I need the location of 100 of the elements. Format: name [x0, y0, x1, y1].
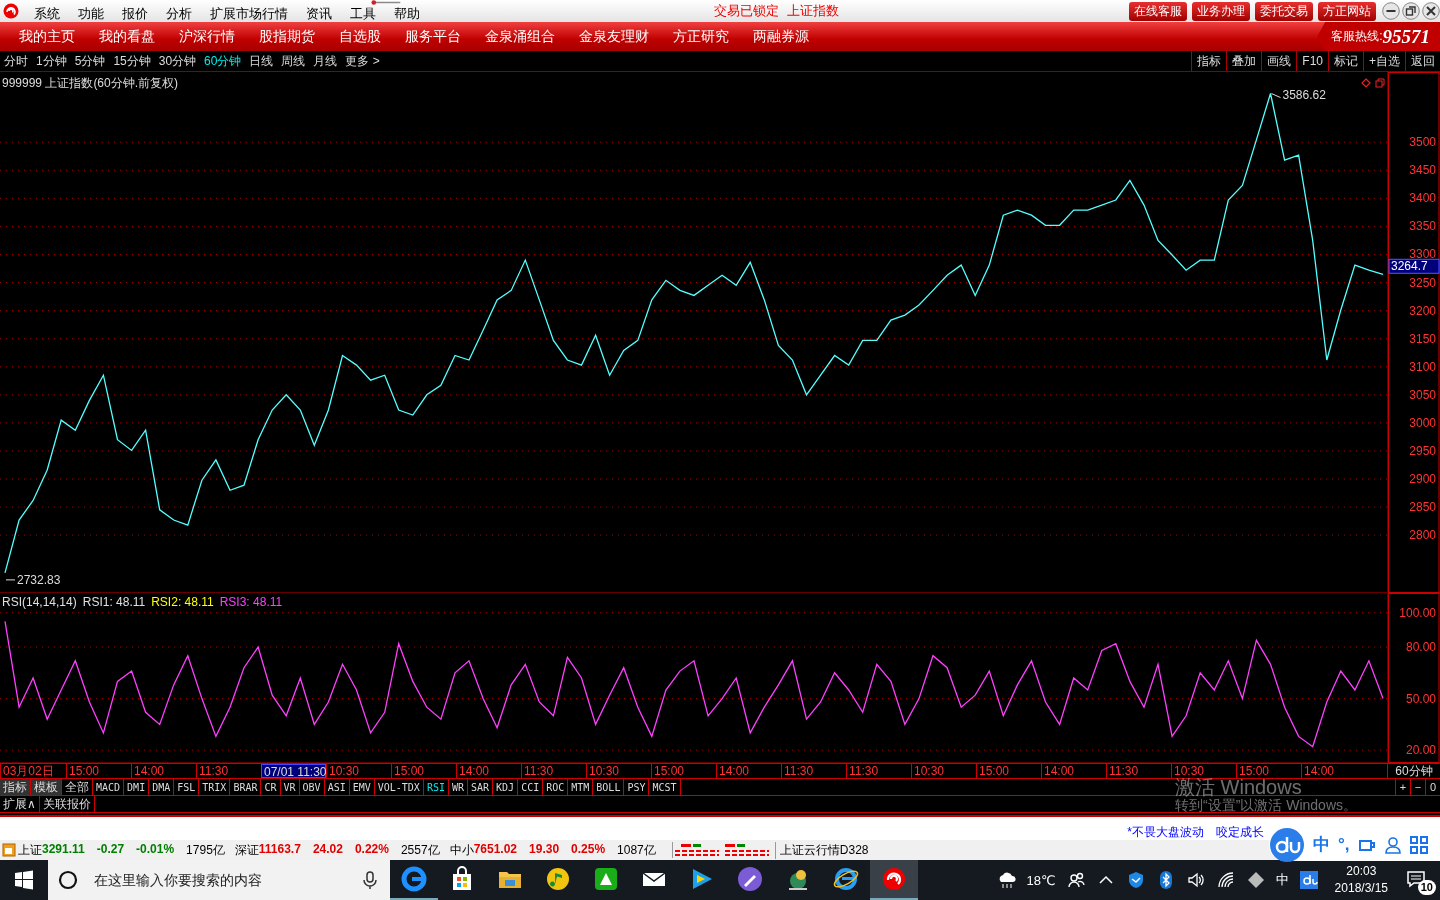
hotline-label: 客服热线:	[1331, 28, 1383, 45]
indicator-legend: RSI1: 48.11	[82, 595, 146, 609]
chart-tool-button[interactable]: +自选	[1363, 51, 1405, 71]
period-tab[interactable]: 1分钟	[32, 52, 71, 70]
window-icon	[1375, 78, 1385, 88]
period-tab[interactable]: 15分钟	[109, 52, 155, 70]
ime-toggle[interactable]: 中	[1313, 833, 1330, 856]
indicator-tab[interactable]: SAR	[468, 779, 494, 795]
indicator-tab[interactable]: TRIX	[199, 779, 231, 795]
period-tab[interactable]: 60分钟	[200, 52, 246, 70]
period-tab[interactable]: 分时	[0, 52, 32, 70]
taskbar-button[interactable]	[870, 860, 918, 900]
clock-time[interactable]: 20:03	[1346, 863, 1377, 880]
index-amount: 1087亿	[617, 841, 656, 859]
menu-item[interactable]: 扩展市场行情	[201, 6, 297, 21]
nav-tab[interactable]: 金泉友理财	[567, 27, 661, 46]
news-link[interactable]: *不畏大盘波动	[1127, 824, 1204, 840]
chart-tool-button[interactable]: F10	[1296, 51, 1328, 71]
ime-toggle[interactable]: °,	[1338, 834, 1350, 855]
toolbar-button[interactable]: 委托交易	[1255, 1, 1313, 21]
feed-label: 上证云行情D328	[774, 841, 869, 859]
music-icon	[544, 865, 572, 893]
nav-tab[interactable]: 方正研究	[661, 27, 741, 46]
volume-icon[interactable]	[1185, 870, 1206, 890]
restore-icon[interactable]	[1402, 2, 1420, 20]
menu-item[interactable]: 功能	[69, 6, 113, 21]
chart-title: 999999 上证指数(60分钟.前复权)	[2, 75, 179, 92]
wifi-icon[interactable]	[1215, 870, 1236, 890]
axis-label: 3250	[1409, 275, 1436, 290]
time-label: 15:00	[651, 764, 716, 778]
panel-button[interactable]: 模板	[31, 779, 62, 795]
menu-item[interactable]: 分析	[157, 6, 201, 21]
window-icon[interactable]	[2, 843, 16, 857]
period-tab[interactable]: 更多 >	[341, 52, 384, 70]
nav-tab[interactable]: 自选股	[327, 27, 393, 46]
indicator-tab[interactable]: DMA	[149, 779, 175, 795]
axis-label: 3350	[1409, 219, 1436, 234]
index-name: 上证	[18, 841, 42, 859]
nav-tab[interactable]: 服务平台	[393, 27, 473, 46]
toolbar-button[interactable]: 方正网站	[1318, 1, 1376, 21]
time-label: 15:00	[976, 764, 1041, 778]
indicator-tab[interactable]: MCST	[649, 779, 681, 795]
chart-tool-button[interactable]: 画线	[1261, 51, 1297, 71]
chart-tool-button[interactable]: 标记	[1328, 51, 1363, 71]
axis-label: 2950	[1409, 443, 1436, 458]
pen-icon	[736, 865, 764, 893]
index-percent: -0.01%	[136, 841, 175, 858]
menu-item[interactable]: 系统	[25, 6, 69, 21]
notification-count: 10	[1417, 880, 1436, 895]
nav-tab[interactable]: 金泉涌组合	[473, 27, 567, 46]
leader-line	[1271, 93, 1281, 99]
windows-logo-icon	[14, 870, 34, 890]
period-tab[interactable]: 月线	[309, 52, 342, 70]
indicator-tab[interactable]: CCI	[518, 779, 544, 795]
triangle-app-icon	[592, 865, 620, 893]
menu-item[interactable]: 资讯	[297, 6, 341, 21]
nav-tab[interactable]: 两融券源	[741, 27, 821, 46]
indicator-tab[interactable]: ROC	[543, 779, 569, 795]
panel-tab[interactable]: 扩展∧	[0, 796, 40, 812]
toolbar-button[interactable]: 业务办理	[1192, 1, 1250, 21]
clock-date[interactable]: 2018/3/15	[1334, 880, 1388, 897]
input-method-text[interactable]: 中	[1275, 871, 1289, 889]
period-tab[interactable]: 30分钟	[154, 52, 201, 70]
period-tab[interactable]: 日线	[245, 52, 278, 70]
toolbar-button[interactable]: 在线客服	[1129, 1, 1187, 21]
indicator-tab[interactable]: 全部	[62, 779, 93, 795]
user-icon[interactable]	[1383, 835, 1402, 854]
indicator-tab[interactable]: MTM	[568, 779, 594, 795]
menu-item[interactable]: 报价	[113, 6, 157, 21]
time-label: 11:30	[521, 764, 586, 778]
chart-tool-button[interactable]: 叠加	[1226, 51, 1262, 71]
nav-tab[interactable]: 沪深行情	[167, 27, 247, 46]
chart-tool-button[interactable]: 指标	[1191, 51, 1227, 71]
chart-tool-button[interactable]: 返回	[1405, 51, 1440, 71]
nav-tab[interactable]: 股指期货	[247, 27, 327, 46]
minimize-icon[interactable]	[1382, 2, 1400, 20]
hotline-number: 95571	[1382, 25, 1430, 48]
menu-item[interactable]: 工具	[341, 6, 385, 21]
price-annotation: 3586.62	[1282, 87, 1326, 102]
last-price-label: 3264.7	[1388, 258, 1440, 274]
indicator-tab[interactable]: KDJ	[493, 779, 519, 795]
search-field[interactable]: 在这里输入你要搜索的内容	[88, 860, 350, 900]
panel-button[interactable]: 指标	[0, 779, 31, 795]
indicator-tab[interactable]: MACD	[93, 779, 125, 795]
axis-label: 3000	[1409, 415, 1436, 430]
period-tab[interactable]: 周线	[277, 52, 310, 70]
period-tab[interactable]: 5分钟	[70, 52, 110, 70]
axis-label: 3150	[1409, 331, 1436, 346]
menu-item[interactable]: 帮助	[385, 6, 429, 21]
nav-tab[interactable]: 我的看盘	[87, 27, 167, 46]
axis-label: 100.00	[1399, 605, 1436, 620]
index-change: 24.02	[312, 841, 343, 858]
nav-tab[interactable]: 我的主页	[7, 27, 87, 46]
axis-label: 3400	[1409, 191, 1436, 206]
news-link[interactable]: 咬定成长	[1216, 824, 1264, 840]
people-icon[interactable]	[1065, 870, 1086, 890]
time-label: 14:00	[1301, 764, 1366, 778]
grid-icon[interactable]	[1409, 835, 1428, 854]
indicator-tab[interactable]: DMI	[124, 779, 150, 795]
close-icon[interactable]	[1422, 2, 1440, 20]
